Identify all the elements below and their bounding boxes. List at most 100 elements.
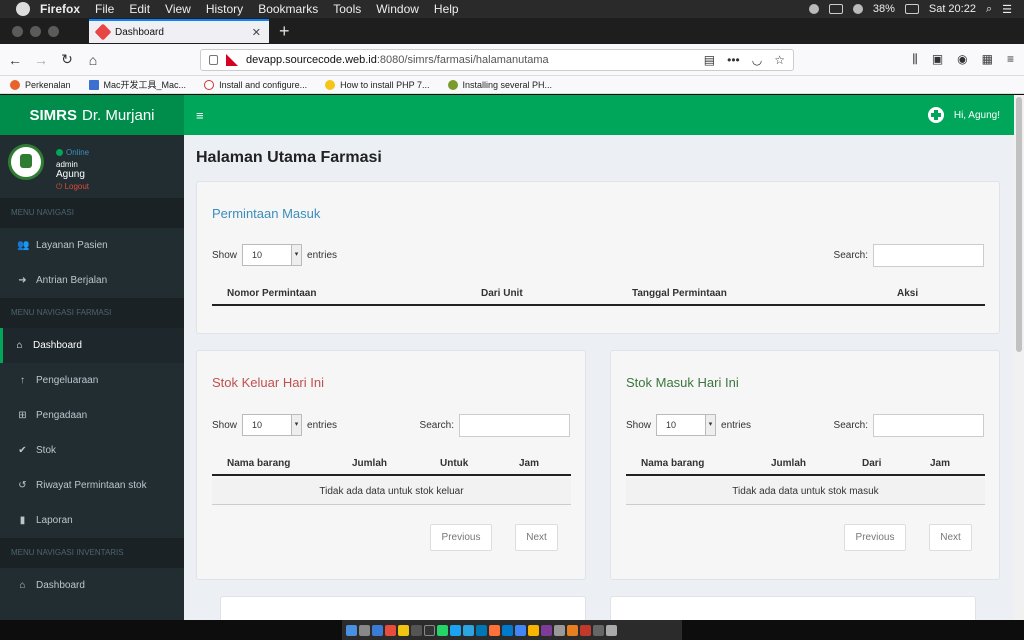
menu-app[interactable]: Firefox bbox=[40, 2, 80, 16]
column-header[interactable]: Jam bbox=[519, 458, 539, 469]
menu-file[interactable]: File bbox=[95, 2, 114, 16]
bookmark-item[interactable]: Installing several PH... bbox=[447, 79, 552, 90]
entries-select[interactable]: 10 ▾ bbox=[656, 414, 717, 436]
sidebar-item-antrian-berjalan[interactable]: ➜ Antrian Berjalan bbox=[0, 263, 184, 298]
calendar-icon[interactable] bbox=[385, 624, 396, 636]
sidebar-item-dashboard-inventaris[interactable]: ⌂ Dashboard bbox=[0, 568, 184, 603]
page-scrollbar[interactable] bbox=[1014, 95, 1024, 620]
menu-help[interactable]: Help bbox=[434, 2, 459, 16]
reload-icon[interactable]: ↻ bbox=[56, 49, 78, 71]
account-icon[interactable]: ◉ bbox=[957, 52, 967, 67]
bookmark-item[interactable]: Install and configure... bbox=[204, 79, 307, 90]
sidebar-item-layanan-pasien[interactable]: 👥 Layanan Pasien bbox=[0, 228, 184, 263]
column-header[interactable]: Nama barang bbox=[641, 458, 704, 469]
new-tab-icon[interactable]: + bbox=[279, 21, 290, 42]
menu-window[interactable]: Window bbox=[376, 2, 419, 16]
column-header[interactable]: Dari Unit bbox=[481, 288, 523, 299]
previous-button[interactable]: Previous bbox=[844, 524, 906, 551]
launchpad-icon[interactable] bbox=[359, 624, 370, 636]
zoom-window-icon[interactable] bbox=[48, 25, 59, 37]
column-header[interactable]: Nama barang bbox=[227, 458, 290, 469]
sidebar-item-laporan[interactable]: ▮ Laporan bbox=[0, 503, 184, 538]
column-header[interactable]: Dari bbox=[862, 458, 881, 469]
column-header[interactable]: Aksi bbox=[897, 288, 918, 299]
sidebar-item-pengeluaraan[interactable]: ↑ Pengeluaraan bbox=[0, 363, 184, 398]
search-input[interactable] bbox=[873, 244, 984, 267]
previous-button[interactable]: Previous bbox=[430, 524, 492, 551]
sidebar-item-dashboard-farmasi[interactable]: ⌂ Dashboard bbox=[0, 328, 184, 363]
bookmark-item[interactable]: How to install PHP 7... bbox=[325, 79, 430, 90]
logout-link[interactable]: ⏻ Logout bbox=[56, 182, 89, 192]
control-list-icon[interactable]: ☰ bbox=[1002, 3, 1012, 16]
bookmark-item[interactable]: Mac开发工具_Mac... bbox=[88, 78, 186, 91]
spotlight-icon[interactable]: ⌕ bbox=[986, 3, 992, 16]
scrollbar-thumb[interactable] bbox=[1016, 97, 1022, 352]
downloads-icon[interactable] bbox=[593, 624, 604, 636]
address-bar[interactable]: devapp.sourcecode.web.id :8080/simrs/far… bbox=[200, 49, 794, 71]
app-icon[interactable] bbox=[580, 624, 591, 636]
finder-icon[interactable] bbox=[346, 624, 357, 636]
firefox-icon[interactable] bbox=[489, 624, 500, 636]
menu-icon[interactable]: ≡ bbox=[1007, 52, 1014, 67]
sidebar-toggle-icon[interactable]: ≡ bbox=[196, 108, 204, 123]
menu-bookmarks[interactable]: Bookmarks bbox=[258, 2, 318, 16]
sidebar-item-riwayat-permintaan[interactable]: ↺ Riwayat Permintaan stok bbox=[0, 468, 184, 503]
tab-dashboard[interactable]: Dashboard ✕ bbox=[89, 19, 269, 43]
pocket-icon[interactable]: ◡ bbox=[752, 53, 762, 67]
column-header[interactable]: Jumlah bbox=[771, 458, 806, 469]
sidebar-item-stok[interactable]: ✔ Stok bbox=[0, 433, 184, 468]
terminal-icon[interactable] bbox=[424, 624, 435, 636]
battery-icon[interactable] bbox=[904, 4, 919, 14]
reader-view-icon[interactable]: ▤ bbox=[704, 53, 715, 67]
menu-edit[interactable]: Edit bbox=[129, 2, 150, 16]
column-header[interactable]: Untuk bbox=[440, 458, 468, 469]
close-window-icon[interactable] bbox=[12, 25, 23, 37]
settings-icon[interactable] bbox=[411, 624, 422, 636]
bookmark-item[interactable]: Perkenalan bbox=[10, 79, 71, 90]
back-icon[interactable]: ← bbox=[4, 49, 26, 71]
column-header[interactable]: Nomor Permintaan bbox=[227, 288, 316, 299]
home-page-icon[interactable]: ⌂ bbox=[82, 49, 104, 71]
vscode-icon[interactable] bbox=[502, 624, 513, 636]
chrome-icon[interactable] bbox=[515, 624, 526, 636]
menu-view[interactable]: View bbox=[165, 2, 191, 16]
next-button[interactable]: Next bbox=[929, 524, 972, 551]
app-logo[interactable]: SIMRS Dr. Murjani bbox=[0, 95, 184, 135]
extension-icon[interactable]: ▦ bbox=[982, 52, 993, 67]
notes-icon[interactable] bbox=[398, 624, 409, 636]
sidebar-item-pengadaan[interactable]: ⊞ Pengadaan bbox=[0, 398, 184, 433]
forward-icon[interactable]: → bbox=[30, 49, 52, 71]
creative-cloud-icon[interactable] bbox=[808, 4, 819, 14]
bookmark-star-icon[interactable]: ☆ bbox=[774, 53, 785, 67]
telegram-icon[interactable] bbox=[450, 624, 461, 636]
trash-icon[interactable] bbox=[606, 624, 617, 636]
menu-tools[interactable]: Tools bbox=[333, 2, 361, 16]
user-menu[interactable]: Hi, Agung! bbox=[927, 107, 1000, 123]
clock[interactable]: Sat 20:22 bbox=[929, 3, 976, 15]
close-tab-icon[interactable]: ✕ bbox=[252, 26, 261, 39]
app-icon[interactable] bbox=[476, 624, 487, 636]
insecure-lock-icon[interactable] bbox=[226, 54, 238, 66]
sublime-icon[interactable] bbox=[528, 624, 539, 636]
wifi-icon[interactable] bbox=[852, 4, 863, 14]
whatsapp-icon[interactable] bbox=[437, 624, 448, 636]
column-header[interactable]: Jam bbox=[930, 458, 950, 469]
menu-history[interactable]: History bbox=[206, 2, 243, 16]
app-icon[interactable] bbox=[567, 624, 578, 636]
library-icon[interactable]: ⫼ bbox=[912, 52, 918, 67]
safari-icon[interactable] bbox=[372, 624, 383, 636]
entries-select[interactable]: 10 ▾ bbox=[242, 414, 303, 436]
apple-icon[interactable] bbox=[16, 2, 30, 16]
app-icon[interactable] bbox=[541, 624, 552, 636]
next-button[interactable]: Next bbox=[515, 524, 558, 551]
app-icon[interactable] bbox=[554, 624, 565, 636]
search-input[interactable] bbox=[459, 414, 570, 437]
info-icon[interactable] bbox=[209, 55, 218, 65]
sidebar-toggle-icon[interactable]: ▣ bbox=[932, 52, 943, 67]
app-status-icon[interactable] bbox=[828, 4, 843, 14]
entries-select[interactable]: 10 ▾ bbox=[242, 244, 303, 266]
messenger-icon[interactable] bbox=[463, 624, 474, 636]
column-header[interactable]: Jumlah bbox=[352, 458, 387, 469]
minimize-window-icon[interactable] bbox=[30, 25, 41, 37]
search-input[interactable] bbox=[873, 414, 984, 437]
